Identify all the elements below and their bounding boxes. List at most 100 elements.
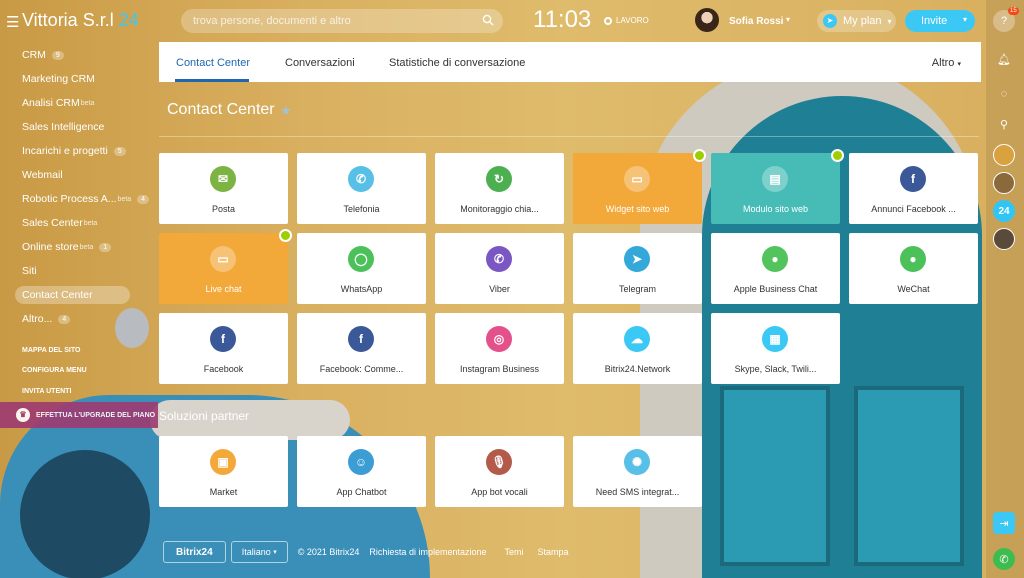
user-avatar[interactable] — [695, 8, 719, 32]
tile-label: Telegram — [618, 284, 656, 294]
connector-tile-facebook[interactable]: f Facebook — [159, 313, 288, 384]
counter-badge: 9 — [51, 50, 64, 60]
connector-tile-live-chat[interactable]: ▭ Live chat — [159, 229, 292, 304]
sidebar-item-label: Siti — [22, 265, 37, 277]
connector-tile-chat-widget[interactable]: ▭ Widget sito web — [573, 149, 706, 224]
connector-tile-microphone[interactable]: 🎙︎ App bot vocali — [435, 436, 564, 507]
facebook-ads-icon: f — [900, 166, 926, 192]
connector-tile-market[interactable]: ▣ Market — [159, 436, 288, 507]
connector-tile-phone[interactable]: ✆ Telefonia — [297, 153, 426, 224]
connector-tile-instagram[interactable]: ◎ Instagram Business — [435, 313, 564, 384]
connector-tile-viber[interactable]: ✆ Viber — [435, 233, 564, 304]
tile-label: Widget sito web — [605, 204, 670, 214]
company-name: Vittoria S.r.l — [22, 10, 114, 30]
chat-widget-icon: ▭ — [624, 166, 650, 192]
exit-icon[interactable]: ⇥ — [993, 512, 1015, 534]
company-logo[interactable]: Vittoria S.r.l 24 — [22, 10, 139, 31]
sidebar-item-webmail[interactable]: Webmail — [0, 163, 158, 187]
language-selector[interactable]: Italiano ▾ — [230, 541, 288, 563]
beta-tag: beta — [80, 99, 95, 107]
connector-tile-whatsapp[interactable]: ◯ WhatsApp — [297, 233, 426, 304]
tile-label: Posta — [211, 204, 235, 214]
sitemap-link[interactable]: MAPPA DEL SITO — [22, 347, 80, 354]
language-label: Italiano — [241, 547, 271, 557]
connector-tile-apps-grid[interactable]: ▦ Skype, Slack, Twili... — [711, 313, 840, 384]
search-icon[interactable] — [482, 14, 494, 26]
contact-avatar-2[interactable] — [993, 172, 1015, 194]
footer: Bitrix24 Italiano ▾ © 2021 Bitrix24 Rich… — [163, 541, 569, 563]
connector-tile-apple-chat[interactable]: ● Apple Business Chat — [711, 233, 840, 304]
sidebar-item-analisi-crm[interactable]: Analisi CRM beta — [0, 91, 158, 115]
connector-tile-call-tracking[interactable]: ↻ Monitoraggio chia... — [435, 153, 564, 224]
upgrade-plan-button[interactable]: ♛ EFFETTUA L'UPGRADE DEL PIANO — [0, 402, 158, 428]
clock[interactable]: 11:03 — [533, 6, 591, 34]
search-icon[interactable]: ⚲ — [993, 113, 1015, 135]
sidebar-item-altro[interactable]: Altro... 4 — [0, 307, 158, 331]
wechat-icon: ● — [900, 246, 926, 272]
microphone-icon: 🎙︎ — [486, 449, 512, 475]
chat-icon[interactable]: ◌ — [993, 83, 1015, 105]
invite-users-link[interactable]: INVITA UTENTI — [22, 388, 71, 395]
tile-label: WeChat — [897, 284, 930, 294]
bitrix24-icon[interactable]: 24 — [993, 200, 1015, 222]
my-plan-label: My plan — [843, 15, 882, 27]
footer-logo[interactable]: Bitrix24 — [163, 541, 226, 563]
copyright: © 2021 Bitrix24 — [297, 547, 360, 557]
invite-button[interactable]: Invite ▾ — [905, 10, 975, 32]
sidebar-item-label: Marketing CRM — [22, 73, 95, 85]
connector-tile-facebook-ads[interactable]: f Annunci Facebook ... — [849, 153, 978, 224]
user-menu-chevron-down-icon[interactable]: ▾ — [786, 15, 790, 24]
chevron-down-icon: ▾ — [887, 16, 892, 26]
print-link[interactable]: Stampa — [538, 547, 569, 557]
connector-tile-network[interactable]: ☁ Bitrix24.Network — [573, 313, 702, 384]
tab-more[interactable]: Altro ▾ — [932, 57, 961, 69]
tab-contact-center[interactable]: Contact Center — [176, 57, 250, 69]
mail-icon: ✉ — [210, 166, 236, 192]
contact-avatar-1[interactable] — [993, 144, 1015, 166]
sidebar-item-sales-intelligence[interactable]: Sales Intelligence — [0, 115, 158, 139]
connector-tile-chatbot[interactable]: ☺ App Chatbot — [297, 436, 426, 507]
tile-label: Apple Business Chat — [733, 284, 818, 294]
connected-check-icon — [831, 149, 844, 162]
user-name[interactable]: Sofia Rossi — [729, 16, 783, 27]
network-icon: ☁ — [624, 326, 650, 352]
tab-statistiche[interactable]: Statistiche di conversazione — [389, 57, 525, 69]
chevron-down-icon[interactable]: ▾ — [963, 15, 967, 24]
themes-link[interactable]: Temi — [504, 547, 523, 557]
sidebar-item-sales-center[interactable]: Sales Center beta — [0, 211, 158, 235]
sidebar-item-label: Online store — [22, 241, 79, 253]
menu-icon[interactable]: ☰ — [6, 13, 19, 31]
viber-icon: ✆ — [486, 246, 512, 272]
connector-tile-lightbulb[interactable]: ✺ Need SMS integrat... — [573, 436, 702, 507]
sidebar-item-rpa[interactable]: Robotic Process A... beta 4 — [0, 187, 158, 211]
sidebar-item-label: CRM — [22, 49, 46, 61]
contact-avatar-3[interactable] — [993, 228, 1015, 250]
tab-bar: Contact Center Conversazioni Statistiche… — [159, 42, 981, 82]
phone-call-icon[interactable]: ✆ — [993, 548, 1015, 570]
sidebar-item-crm[interactable]: CRM 9 — [0, 43, 158, 67]
sidebar-item-marketing-crm[interactable]: Marketing CRM — [0, 67, 158, 91]
implementation-link[interactable]: Richiesta di implementazione — [369, 547, 486, 557]
telegram-icon: ➤ — [624, 246, 650, 272]
my-plan-button[interactable]: ➤ My plan ▾ — [817, 10, 896, 32]
call-tracking-icon: ↻ — [486, 166, 512, 192]
instagram-icon: ◎ — [486, 326, 512, 352]
configure-menu-link[interactable]: CONFIGURA MENU — [22, 367, 87, 374]
tile-label: Modulo sito web — [742, 204, 809, 214]
star-icon[interactable]: ★ — [280, 103, 292, 119]
sidebar-item-contact-center[interactable]: Contact Center — [0, 283, 158, 307]
tile-label: App bot vocali — [471, 487, 528, 497]
work-status[interactable]: LAVORO — [604, 16, 649, 25]
bell-icon[interactable]: 🔔︎ — [993, 48, 1015, 70]
tab-conversazioni[interactable]: Conversazioni — [285, 57, 355, 69]
search-input[interactable] — [193, 13, 473, 29]
sidebar-item-incarichi[interactable]: Incarichi e progetti 5 — [0, 139, 158, 163]
connector-tile-wechat[interactable]: ● WeChat — [849, 233, 978, 304]
connector-tile-mail[interactable]: ✉ Posta — [159, 153, 288, 224]
whatsapp-icon: ◯ — [348, 246, 374, 272]
sidebar-item-siti[interactable]: Siti — [0, 259, 158, 283]
connector-tile-web-form[interactable]: ▤ Modulo sito web — [711, 149, 844, 224]
connector-tile-facebook-comments[interactable]: f Facebook: Comme... — [297, 313, 426, 384]
sidebar-item-online-store[interactable]: Online store beta 1 — [0, 235, 158, 259]
connector-tile-telegram[interactable]: ➤ Telegram — [573, 233, 702, 304]
